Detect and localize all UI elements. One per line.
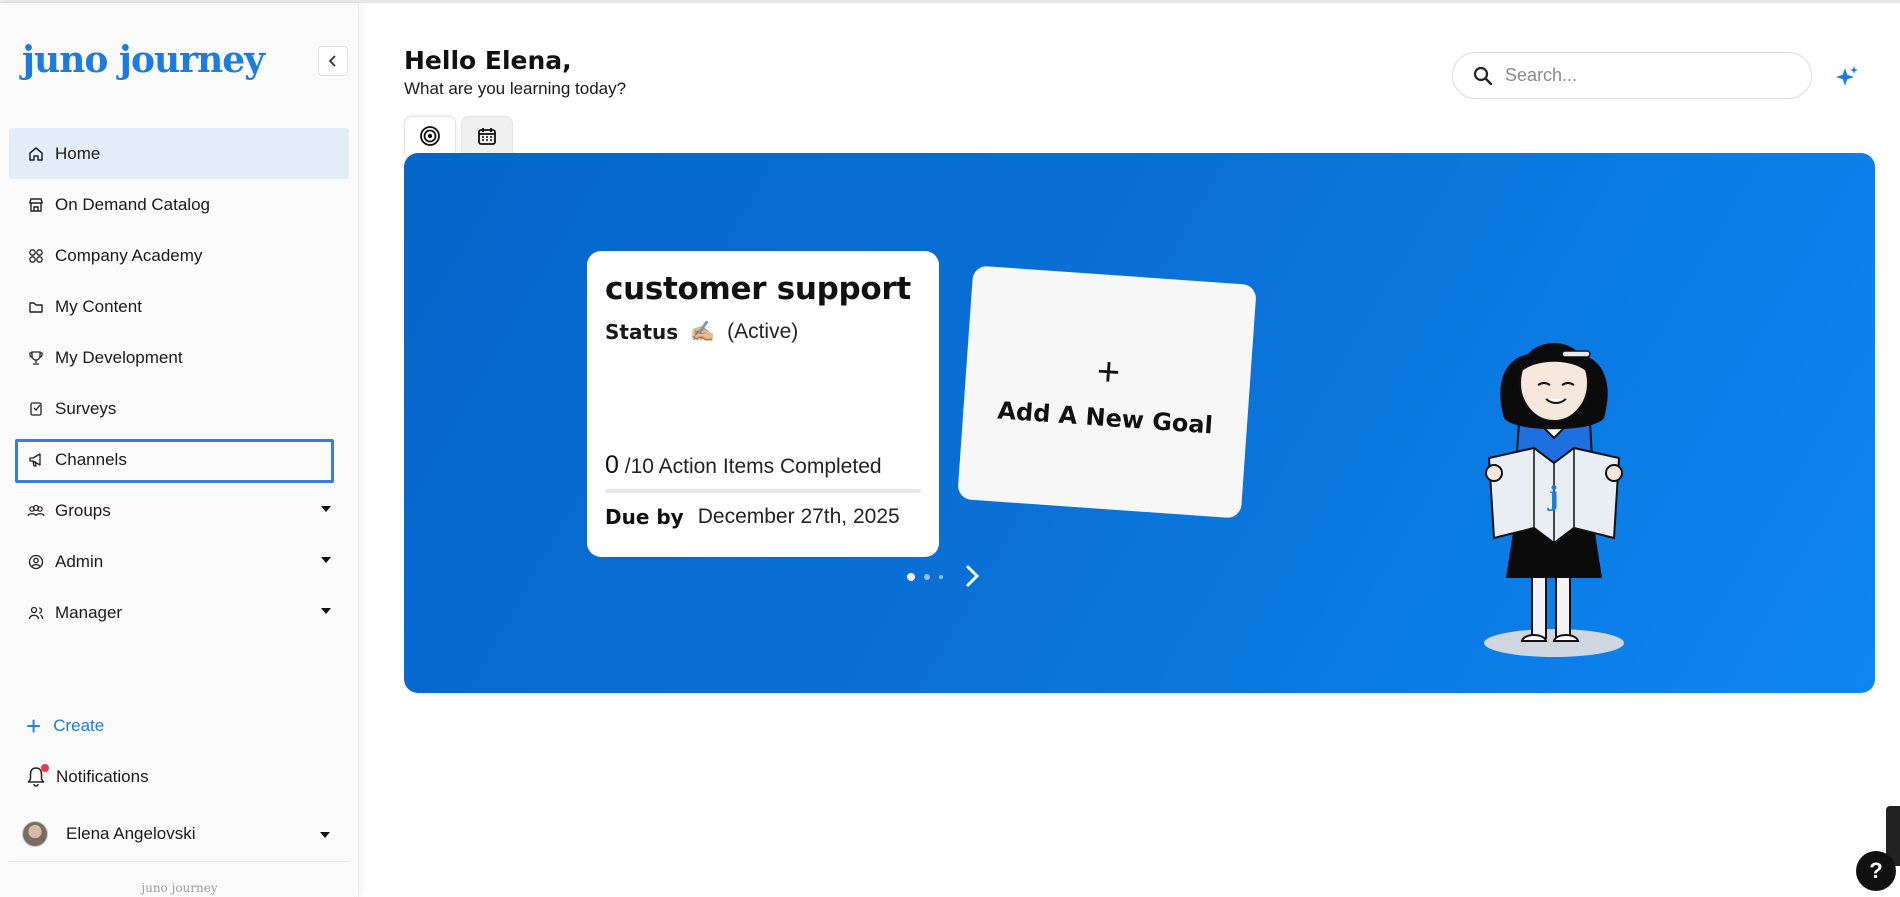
due-label: Due by [605,505,684,529]
sidebar-item-on-demand-catalog[interactable]: On Demand Catalog [9,179,349,230]
status-label: Status [605,319,679,344]
chevron-down-icon[interactable] [321,608,331,614]
sidebar-item-channels[interactable]: Channels [9,434,349,485]
goal-due: Due by December 27th, 2025 [605,505,900,529]
notification-badge [41,764,49,772]
help-icon[interactable]: ? [1856,851,1896,891]
group-icon [27,502,45,520]
sidebar: juno journey Home On Demand Catalog Comp… [0,3,359,897]
plus-icon: + [26,711,42,741]
notifications-button[interactable]: Notifications [26,764,149,788]
search-icon [1473,66,1493,85]
user-name: Elena Angelovski [66,824,196,843]
avatar [22,821,48,847]
collapse-sidebar-button[interactable] [318,46,348,76]
sidebar-item-company-academy[interactable]: Company Academy [9,230,349,281]
chevron-down-icon[interactable] [321,506,331,512]
user-menu[interactable]: Elena Angelovski [22,821,337,847]
goal-title: customer support [605,271,911,307]
writing-hand-icon: ✍🏼 [690,321,716,343]
tab-calendar[interactable] [461,116,513,154]
grid-icon [27,247,45,265]
sidebar-item-label: Surveys [55,398,117,418]
chevron-down-icon[interactable] [321,557,331,563]
divider [9,861,349,862]
carousel-dots [907,573,952,581]
carousel-dot[interactable] [939,575,943,579]
calendar-icon [478,127,496,145]
create-label: Create [53,716,105,735]
sidebar-item-label: Company Academy [55,245,203,265]
goal-card[interactable]: customer support Status ✍🏼 (Active) 0 /1… [587,251,939,557]
goals-banner: customer support Status ✍🏼 (Active) 0 /1… [404,153,1875,693]
chevron-right-icon[interactable] [961,563,983,589]
goal-progress-text: 0 /10 Action Items Completed [605,451,882,480]
target-icon [420,125,440,146]
app-logo[interactable]: juno journey [22,39,265,81]
sidebar-item-groups[interactable]: Groups [9,485,349,536]
store-icon [27,196,45,214]
sparkle-icon[interactable] [1833,63,1861,91]
notifications-label: Notifications [56,767,149,786]
sidebar-item-admin[interactable]: Admin [9,536,349,587]
create-button[interactable]: + Create [26,713,104,739]
trophy-icon [27,349,45,367]
sidebar-item-label: Groups [55,500,111,520]
search-input[interactable] [1505,65,1785,86]
sidebar-nav: Home On Demand Catalog Company Academy M… [9,128,349,638]
add-goal-card[interactable]: + Add A New Goal [957,265,1257,519]
chevron-left-icon [328,55,336,67]
sidebar-item-my-development[interactable]: My Development [9,332,349,383]
due-date: December 27th, 2025 [697,505,900,528]
page-title: Hello Elena, [404,46,572,75]
completed-count: 0 [605,451,619,479]
sidebar-item-surveys[interactable]: Surveys [9,383,349,434]
status-value: (Active) [727,319,799,343]
folder-icon [27,298,45,316]
survey-icon [27,400,45,418]
sidebar-item-label: Manager [55,602,123,622]
bell-icon [26,764,49,788]
plus-icon: + [1095,349,1122,395]
sidebar-item-manager[interactable]: Manager [9,587,349,638]
manager-icon [27,604,45,622]
sidebar-item-my-content[interactable]: My Content [9,281,349,332]
chevron-down-icon[interactable] [320,832,330,838]
sidebar-item-label: My Content [55,296,142,316]
sidebar-item-label: On Demand Catalog [55,194,210,214]
sidebar-item-home[interactable]: Home [9,128,349,179]
svg-text:j: j [1547,482,1558,512]
home-icon [27,145,45,163]
carousel-dot[interactable] [907,573,915,581]
girl-reading-map-illustration: j [1484,343,1624,657]
sidebar-item-label: Admin [55,551,104,571]
search-bar [1452,52,1812,99]
progress-total: /10 Action Items Completed [624,455,882,478]
goal-status: Status ✍🏼 (Active) [605,319,921,344]
page-subtitle: What are you learning today? [404,79,627,98]
megaphone-icon [27,451,45,469]
carousel-dot[interactable] [924,574,930,580]
sidebar-item-label: Home [55,143,101,163]
sidebar-item-label: Channels [55,449,127,469]
footer-logo: juno journey [141,881,218,895]
add-goal-label: Add A New Goal [996,396,1214,440]
admin-icon [27,553,45,571]
goal-progress-bar [605,489,921,493]
sidebar-item-label: My Development [55,347,183,367]
tab-goals[interactable] [404,116,456,154]
